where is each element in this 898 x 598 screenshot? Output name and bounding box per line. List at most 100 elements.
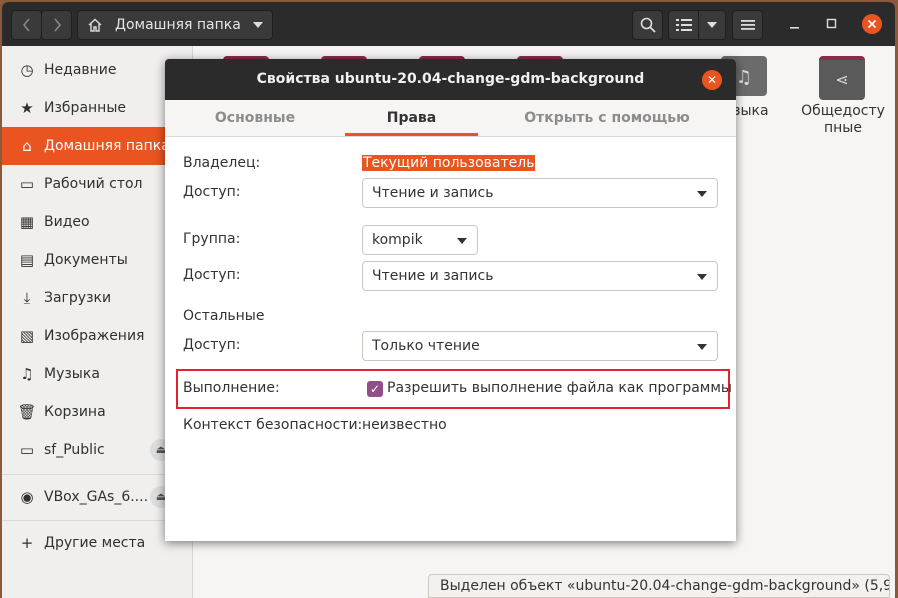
- list-view-button[interactable]: [668, 10, 699, 40]
- sidebar-item-label: Другие места: [44, 535, 146, 551]
- tab-basic[interactable]: Основные: [165, 100, 345, 136]
- sidebar-item-music[interactable]: ♫ Музыка: [2, 355, 192, 393]
- sidebar-separator: [2, 474, 192, 475]
- chevron-down-icon: [707, 22, 717, 28]
- video-icon: ▦: [19, 213, 35, 231]
- forward-button[interactable]: [41, 10, 72, 40]
- document-icon: ▤: [19, 251, 35, 269]
- folder-label-line: Общедосту: [801, 103, 885, 119]
- sidebar-item-videos[interactable]: ▦ Видео: [2, 203, 192, 241]
- chevron-right-icon: [53, 18, 61, 32]
- owner-access-value: Чтение и запись: [372, 185, 494, 201]
- group-label: Группа:: [183, 231, 241, 247]
- sidebar-item-desktop[interactable]: ▭ Рабочий стол: [2, 165, 192, 203]
- list-view-icon: [675, 19, 692, 31]
- sidebar-separator: [2, 520, 192, 521]
- execute-checkbox-label[interactable]: Разрешить выполнение файла как программы: [387, 380, 732, 396]
- plus-icon: +: [20, 534, 34, 552]
- sidebar-item-label: Корзина: [44, 404, 106, 420]
- sidebar-item-label: Загрузки: [44, 290, 112, 306]
- minimize-button[interactable]: [785, 14, 805, 34]
- checkmark-icon: ✓: [369, 382, 381, 396]
- group-access-select[interactable]: Чтение и запись: [362, 261, 718, 291]
- clock-icon: ◷: [20, 61, 34, 79]
- sidebar-item-sf-public[interactable]: ▭ sf_Public ⏏: [2, 431, 192, 469]
- chevron-down-icon: [457, 238, 467, 244]
- owner-access-select[interactable]: Чтение и запись: [362, 178, 718, 208]
- window-close-button[interactable]: [862, 14, 882, 34]
- home-icon: ⌂: [22, 137, 32, 155]
- group-access-label: Доступ:: [183, 267, 241, 283]
- sidebar-item-home[interactable]: ⌂ Домашняя папка: [2, 127, 192, 165]
- minimize-icon: [790, 27, 799, 29]
- sidebar-item-label: Рабочий стол: [44, 176, 143, 192]
- others-label: Остальные: [183, 308, 265, 324]
- maximize-button[interactable]: [822, 14, 842, 34]
- sidebar-item-label: Видео: [44, 214, 90, 230]
- home-icon: [88, 18, 102, 32]
- dialog-close-button[interactable]: ✕: [702, 70, 722, 90]
- sidebar-item-label: Избранные: [44, 100, 126, 116]
- security-context-value: неизвестно: [362, 417, 447, 433]
- others-access-label: Доступ:: [183, 337, 241, 353]
- search-icon: [640, 17, 656, 33]
- others-access-select[interactable]: Только чтение: [362, 331, 718, 361]
- sidebar-item-label: Документы: [44, 252, 128, 268]
- folder-label-line: пные: [824, 120, 862, 136]
- close-icon: ✕: [706, 73, 718, 87]
- tab-permissions[interactable]: Права: [345, 100, 478, 136]
- download-icon: ⤓: [23, 289, 31, 307]
- security-context-label: Контекст безопасности:: [183, 417, 363, 433]
- status-bar: Выделен объект «ubuntu-20.04-change-gdm-…: [428, 574, 890, 598]
- sidebar-item-label: VBox_GAs_6....: [44, 489, 149, 505]
- sidebar-item-starred[interactable]: ★ Избранные: [2, 89, 192, 127]
- sidebar-item-label: Изображения: [44, 328, 145, 344]
- group-value: kompik: [372, 232, 423, 248]
- share-folder-icon[interactable]: ⋖: [819, 56, 865, 100]
- main-menu-button[interactable]: [732, 10, 763, 40]
- dialog-header: Свойства ubuntu-20.04-change-gdm-backgro…: [165, 59, 736, 100]
- dialog-tabs: Основные Права Открыть с помощью: [165, 100, 736, 137]
- chevron-down-icon: [697, 344, 707, 350]
- owner-access-label: Доступ:: [183, 184, 241, 200]
- dialog-title: Свойства ubuntu-20.04-change-gdm-backgro…: [256, 71, 645, 87]
- execute-checkbox[interactable]: ✓: [367, 381, 383, 397]
- sidebar-item-vbox-gas[interactable]: ◉ VBox_GAs_6.... ⏏: [2, 478, 192, 516]
- back-button[interactable]: [11, 10, 42, 40]
- owner-value: Текущий пользователь: [362, 155, 536, 171]
- tab-open-with[interactable]: Открыть с помощью: [478, 100, 736, 136]
- owner-label: Владелец:: [183, 155, 261, 171]
- sidebar-item-other-locations[interactable]: + Другие места: [2, 524, 192, 562]
- sidebar-item-trash[interactable]: 🗑︎ Корзина: [2, 393, 192, 431]
- path-bar-label: Домашняя папка: [115, 17, 241, 33]
- path-bar-button[interactable]: Домашняя папка: [77, 10, 273, 40]
- folder-label: Общедосту пные: [793, 103, 893, 137]
- close-icon: [867, 19, 877, 29]
- group-access-value: Чтение и запись: [372, 268, 494, 284]
- group-select[interactable]: kompik: [362, 225, 478, 255]
- music-icon: ♫: [20, 365, 34, 383]
- desktop-icon: ▭: [19, 175, 35, 193]
- maximize-icon: [826, 18, 837, 29]
- star-icon: ★: [20, 99, 34, 117]
- others-access-value: Только чтение: [372, 338, 480, 354]
- sidebar-item-documents[interactable]: ▤ Документы: [2, 241, 192, 279]
- folder-icon: ▭: [19, 441, 35, 459]
- sidebar-item-recent[interactable]: ◷ Недавние: [2, 51, 192, 89]
- sidebar-item-downloads[interactable]: ⤓ Загрузки: [2, 279, 192, 317]
- chevron-left-icon: [22, 18, 30, 32]
- sidebar-item-pictures[interactable]: ▧ Изображения: [2, 317, 192, 355]
- header-bar: Домашняя папка: [2, 2, 895, 46]
- sidebar-item-label: Музыка: [44, 366, 100, 382]
- chevron-down-icon: [253, 22, 263, 28]
- folder-label: зыка: [733, 103, 769, 119]
- chevron-down-icon: [697, 274, 707, 280]
- sidebar-item-label: Недавние: [44, 62, 117, 78]
- search-button[interactable]: [632, 10, 663, 40]
- image-icon: ▧: [19, 327, 35, 345]
- hamburger-menu-icon: [740, 20, 755, 30]
- disc-icon: ◉: [20, 488, 34, 506]
- view-options-button[interactable]: [698, 10, 726, 40]
- sidebar-item-label: sf_Public: [44, 442, 105, 458]
- trash-icon: 🗑︎: [17, 403, 37, 421]
